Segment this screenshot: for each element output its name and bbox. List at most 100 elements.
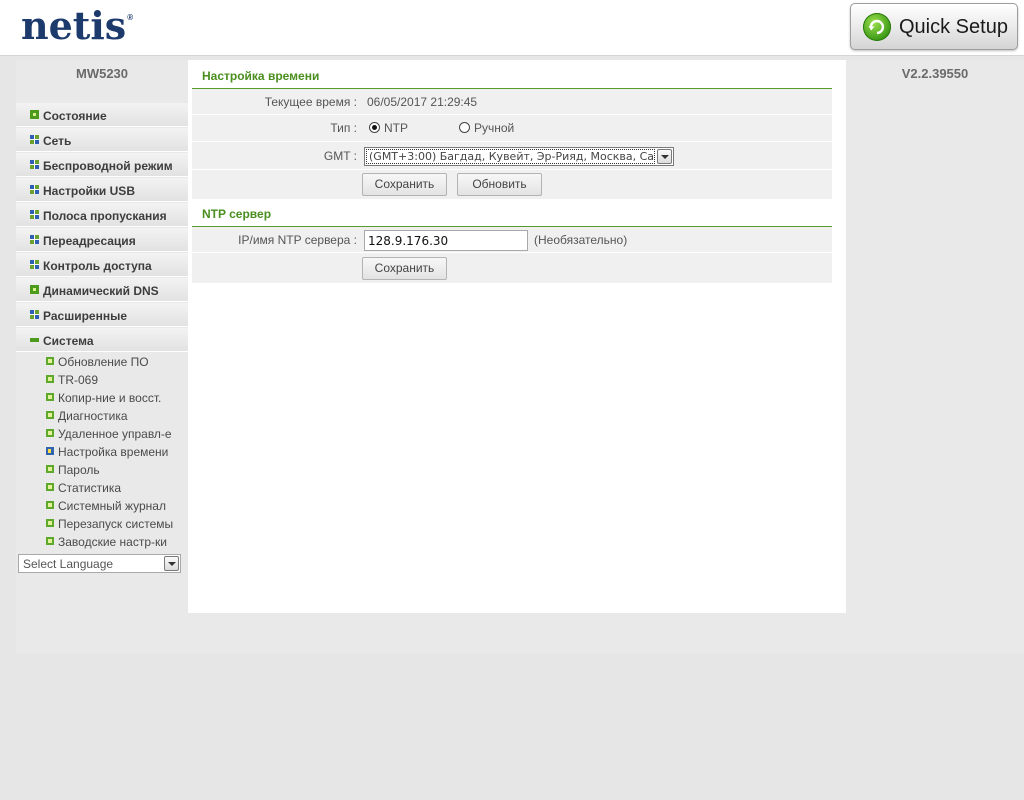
sidebar-subitem[interactable]: Удаленное управл-е: [16, 425, 188, 443]
gmt-row: GMT : (GMT+3:00) Багдад, Кувейт, Эр-Рияд…: [192, 142, 832, 170]
sidebar-subitem-label: Настройка времени: [58, 445, 169, 459]
sidebar-subitem[interactable]: Копир-ние и восст.: [16, 389, 188, 407]
sidebar-item-label: Расширенные: [43, 309, 127, 323]
grid-icon: [30, 235, 39, 244]
grid-icon: [30, 310, 39, 319]
bullet-icon: [46, 465, 54, 473]
sidebar-subitem[interactable]: TR-069: [16, 371, 188, 389]
plus-icon: [30, 110, 39, 119]
focus-ring: [366, 149, 655, 164]
type-ntp-radio[interactable]: [369, 122, 380, 133]
time-save-button[interactable]: Сохранить: [362, 173, 447, 196]
arrow-bullet-icon: [46, 447, 54, 455]
time-section-title: Настройка времени: [192, 61, 832, 89]
sidebar-subitem[interactable]: Диагностика: [16, 407, 188, 425]
sidebar-item-label: Настройки USB: [43, 184, 135, 198]
sidebar-subitem[interactable]: Обновление ПО: [16, 353, 188, 371]
refresh-arrow-icon: [863, 13, 891, 41]
bullet-icon: [46, 537, 54, 545]
ntp-server-label: IP/имя NTP сервера :: [238, 233, 357, 247]
grid-icon: [30, 185, 39, 194]
time-section-heading: Настройка времени: [202, 69, 320, 83]
sidebar-subitem-label: Обновление ПО: [58, 355, 149, 369]
sidebar-subitem[interactable]: Заводские настр-ки: [16, 533, 188, 551]
gmt-timezone-select[interactable]: (GMT+3:00) Багдад, Кувейт, Эр-Рияд, Моск…: [364, 147, 674, 166]
sidebar-item[interactable]: Беспроводной режим: [16, 153, 188, 177]
bullet-icon: [46, 357, 54, 365]
sidebar-item[interactable]: Полоса пропускания: [16, 203, 188, 227]
bullet-icon: [46, 483, 54, 491]
sidebar-item-label: Контроль доступа: [43, 259, 152, 273]
current-time-row: Текущее время : 06/05/2017 21:29:45: [192, 89, 832, 115]
sidebar-item-label: Динамический DNS: [43, 284, 159, 298]
sidebar-subitem-label: TR-069: [58, 373, 99, 387]
sidebar-subitem-label: Перезапуск системы: [58, 517, 174, 531]
sidebar-item[interactable]: Контроль доступа: [16, 253, 188, 277]
gmt-label: GMT :: [323, 149, 357, 163]
sidebar-subitem-label: Копир-ние и восст.: [58, 391, 162, 405]
time-refresh-button[interactable]: Обновить: [457, 173, 542, 196]
sidebar-item[interactable]: Сеть: [16, 128, 188, 152]
ntp-server-input[interactable]: [364, 230, 528, 251]
sidebar-item[interactable]: Система: [16, 328, 188, 352]
sidebar-item-label: Переадресация: [43, 234, 136, 248]
type-ntp-label: NTP: [384, 121, 408, 135]
bullet-icon: [46, 501, 54, 509]
ntp-section-heading: NTP сервер: [202, 207, 272, 221]
ntp-actions-row: Сохранить: [192, 253, 832, 284]
sidebar-item-label: Система: [43, 334, 94, 348]
sidebar-item-label: Состояние: [43, 109, 107, 123]
chevron-down-icon: [657, 149, 672, 164]
bullet-icon: [46, 375, 54, 383]
bullet-icon: [46, 429, 54, 437]
sidebar-subitem-label: Удаленное управл-е: [58, 427, 172, 441]
language-select-value: Select Language: [23, 557, 114, 571]
bullet-icon: [46, 411, 54, 419]
sidebar-subitem-label: Системный журнал: [58, 499, 166, 513]
logo-registered-mark: ®: [127, 13, 134, 22]
header-bar: netis® Quick Setup: [0, 0, 1024, 56]
logo-text: netis: [21, 3, 127, 48]
sidebar-item[interactable]: Динамический DNS: [16, 278, 188, 302]
plus-icon: [30, 285, 39, 294]
time-actions-row: Сохранить Обновить: [192, 170, 832, 200]
device-model: MW5230: [75, 66, 129, 81]
sidebar-item[interactable]: Состояние: [16, 103, 188, 127]
bullet-icon: [46, 393, 54, 401]
type-manual-label: Ручной: [474, 121, 515, 135]
minus-icon: [30, 338, 39, 342]
sidebar-subitem[interactable]: Статистика: [16, 479, 188, 497]
bullet-icon: [46, 519, 54, 527]
sidebar-subitem[interactable]: Пароль: [16, 461, 188, 479]
sidebar-item[interactable]: Переадресация: [16, 228, 188, 252]
sidebar-subitem[interactable]: Системный журнал: [16, 497, 188, 515]
current-time-label: Текущее время :: [264, 95, 357, 109]
grid-icon: [30, 160, 39, 169]
language-select[interactable]: Select Language: [18, 554, 181, 573]
type-manual-radio[interactable]: [459, 122, 470, 133]
type-label: Тип :: [330, 121, 357, 135]
sidebar-item-label: Беспроводной режим: [43, 159, 173, 173]
ntp-section-title: NTP сервер: [192, 199, 832, 227]
grid-icon: [30, 210, 39, 219]
sidebar-subitem-label: Заводские настр-ки: [58, 535, 167, 549]
ntp-save-button[interactable]: Сохранить: [362, 257, 447, 280]
sidebar-item-label: Полоса пропускания: [43, 209, 167, 223]
sidebar-item[interactable]: Расширенные: [16, 303, 188, 327]
quick-setup-label: Quick Setup: [899, 16, 1008, 38]
firmware-version: V2.2.39550: [901, 66, 969, 81]
sidebar-subitem-label: Диагностика: [58, 409, 128, 423]
sidebar-subitem[interactable]: Настройка времени: [16, 443, 188, 461]
grid-icon: [30, 135, 39, 144]
ntp-server-row: IP/имя NTP сервера : (Необязательно): [192, 227, 832, 253]
grid-icon: [30, 260, 39, 269]
quick-setup-button[interactable]: Quick Setup: [850, 3, 1018, 50]
sidebar-subitem[interactable]: Перезапуск системы: [16, 515, 188, 533]
type-row: Тип : NTP Ручной: [192, 115, 832, 142]
sidebar-item-label: Сеть: [43, 134, 72, 148]
chevron-down-icon: [164, 556, 179, 571]
netis-logo[interactable]: netis®: [21, 3, 133, 48]
current-time-value: 06/05/2017 21:29:45: [367, 95, 478, 109]
sidebar-item[interactable]: Настройки USB: [16, 178, 188, 202]
ntp-optional-note: (Необязательно): [534, 233, 628, 247]
